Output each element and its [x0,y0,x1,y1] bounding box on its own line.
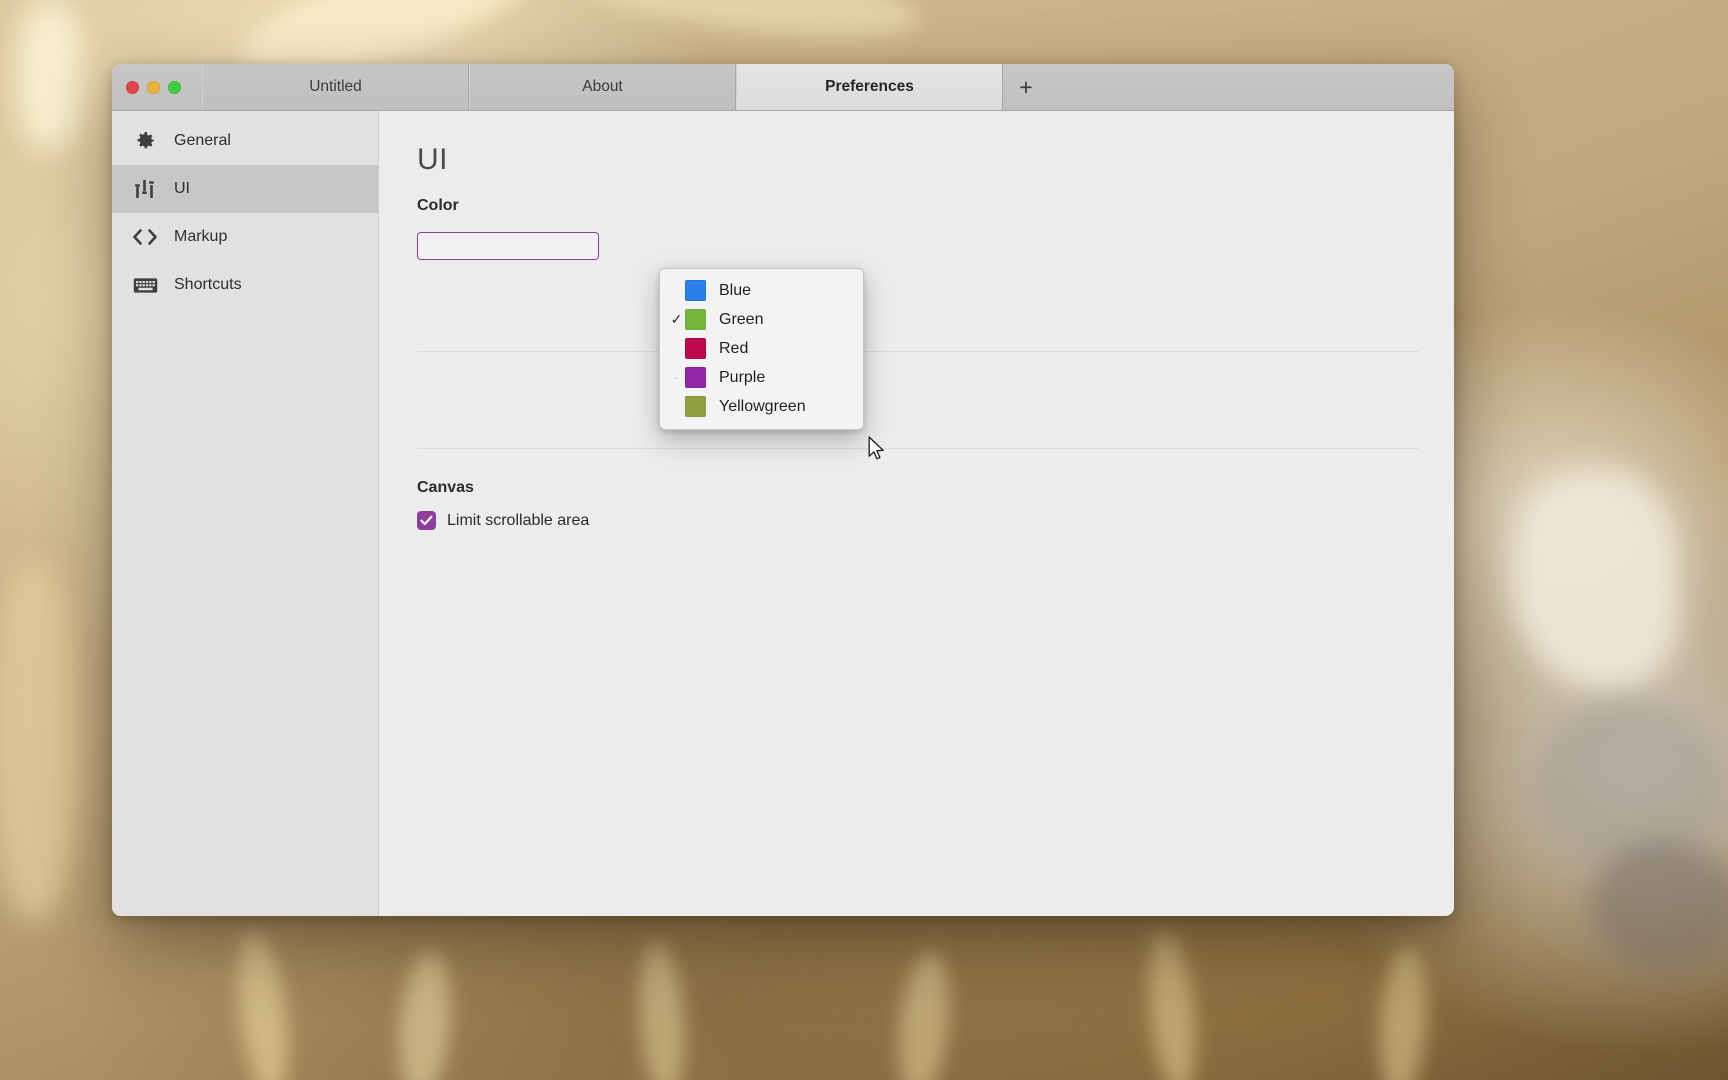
menu-item-yellowgreen-label: Yellowgreen [719,397,806,415]
tab-preferences[interactable]: Preferences [736,64,1003,110]
backdrop-spike-6 [1374,943,1432,1080]
sidebar-item-general[interactable]: General [112,117,378,165]
plus-icon: + [1019,73,1033,100]
preferences-content: UI Color Canvas Limit scrollable area Bl… [379,111,1454,916]
section-heading-color: Color [417,197,459,214]
swatch-yellowgreen [685,396,706,417]
menu-item-yellowgreen[interactable]: Yellowgreen [660,392,863,421]
sidebar: General UI Markup Shortcuts [112,111,379,916]
tab-untitled[interactable]: Untitled [202,64,469,110]
swatch-red [685,338,706,359]
menu-item-blue[interactable]: Blue [660,276,863,305]
color-section-spacer [417,263,1454,351]
swatch-blue [685,280,706,301]
backdrop-spike-1 [229,927,297,1080]
backdrop-spike-5 [1141,928,1203,1080]
tab-untitled-label: Untitled [309,78,362,95]
sliders-icon [132,176,158,202]
swatch-purple [685,367,706,388]
backdrop-stone-lower-right [1590,840,1728,970]
sidebar-item-markup-label: Markup [174,228,228,245]
menu-item-green[interactable]: ✓ Green [660,305,863,334]
menu-item-red[interactable]: Red [660,334,863,363]
limit-scrollable-area-row[interactable]: Limit scrollable area [417,511,1454,530]
color-select-row [417,229,1454,263]
minimize-button[interactable] [147,80,160,94]
code-brackets-icon [132,224,158,250]
backdrop-spike-2 [393,948,457,1080]
backdrop-streak-upper-right [556,0,924,55]
app-window: Untitled About Preferences + General UI … [112,64,1454,916]
backdrop-spike-3 [634,938,690,1080]
desktop-background: Untitled About Preferences + General UI … [0,0,1728,1080]
keyboard-icon [132,272,158,298]
close-button[interactable] [126,80,139,94]
new-tab-button[interactable]: + [1003,64,1049,110]
tab-about[interactable]: About [469,64,736,110]
mid-section-spacer [417,352,1454,448]
zoom-button[interactable] [168,80,181,94]
menu-item-green-check: ✓ [670,311,683,327]
section-heading-canvas: Canvas [417,479,474,496]
color-select-menu[interactable]: Blue ✓ Green Red · Purple Yellowgreen [659,268,864,430]
menu-item-purple-label: Purple [719,368,766,386]
menu-item-purple[interactable]: · Purple [660,363,863,392]
title-bar: Untitled About Preferences + [112,64,1454,111]
sidebar-item-ui[interactable]: UI [112,165,378,213]
page-title: UI [417,143,448,176]
backdrop-blob-edge [0,560,80,920]
backdrop-pebble-right [1510,470,1680,690]
menu-item-green-label: Green [719,310,764,328]
sidebar-item-shortcuts-label: Shortcuts [174,276,242,293]
backdrop-spike-4 [892,947,956,1080]
gear-icon [132,128,158,154]
window-controls [112,64,202,110]
sidebar-item-ui-label: UI [174,180,190,197]
tab-preferences-label: Preferences [825,78,914,95]
backdrop-blob-left [18,0,82,150]
menu-item-blue-label: Blue [719,281,752,299]
backdrop-stone-right [1530,700,1728,870]
color-select[interactable] [417,232,599,260]
menu-item-purple-check: · [675,372,678,383]
tab-about-label: About [582,78,623,95]
sidebar-item-shortcuts[interactable]: Shortcuts [112,261,378,309]
window-body: General UI Markup Shortcuts UI Color Can… [112,111,1454,916]
swatch-green [685,309,706,330]
limit-scrollable-area-checkbox[interactable] [417,511,436,530]
limit-scrollable-area-label: Limit scrollable area [447,511,590,529]
sidebar-item-general-label: General [174,132,231,149]
tab-bar-filler [1049,64,1454,110]
canvas-top-spacer [417,449,1454,479]
menu-item-red-label: Red [719,339,749,357]
sidebar-item-markup[interactable]: Markup [112,213,378,261]
